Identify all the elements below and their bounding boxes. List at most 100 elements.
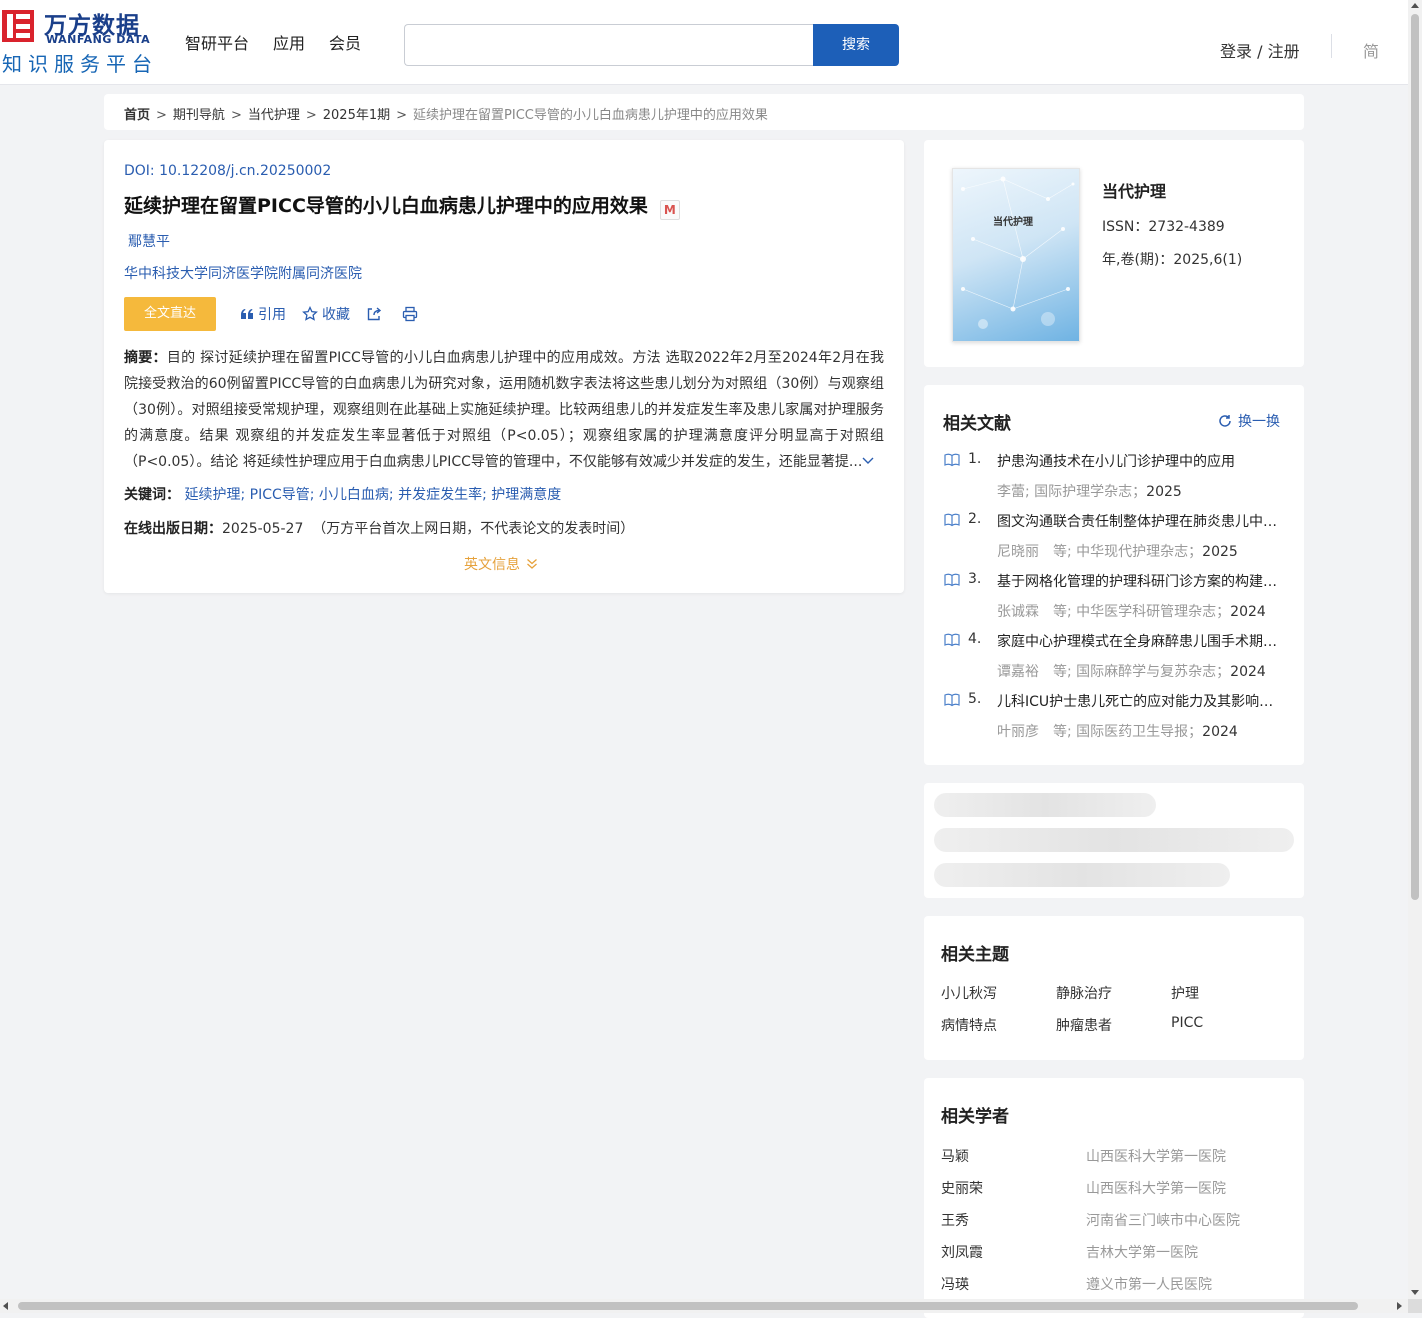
- publish-date-note: （万方平台首次上网日期，不代表论文的发表时间）: [312, 521, 635, 537]
- journal-volume: 年,卷(期)：2025,6(1): [1102, 252, 1243, 268]
- english-info-toggle[interactable]: 英文信息: [464, 554, 538, 574]
- breadcrumb-current: 延续护理在留置PICC导管的小儿白血病患儿护理中的应用效果: [413, 108, 768, 123]
- scholar-organization[interactable]: 遵义市第一人民医院: [1086, 1274, 1212, 1294]
- breadcrumb-journal[interactable]: 当代护理: [248, 108, 300, 123]
- related-item-title[interactable]: 家庭中心护理模式在全身麻醉患儿围手术期的应用: [997, 631, 1282, 651]
- publish-date: 在线出版日期：2025-05-27 （万方平台首次上网日期，不代表论文的发表时间…: [124, 518, 634, 538]
- author-link[interactable]: 鄢慧平: [128, 231, 170, 251]
- favorite-label: 收藏: [322, 307, 350, 323]
- related-item-title[interactable]: 护患沟通技术在小儿门诊护理中的应用: [997, 451, 1282, 471]
- related-item-number: 4.: [968, 631, 982, 647]
- journal-card: 当代护理 当代护理 ISSN：2732-4389 年,卷(期)：2025,6(1…: [924, 140, 1304, 367]
- keyword-link[interactable]: 延续护理: [184, 487, 240, 503]
- printer-icon: [402, 306, 418, 322]
- scroll-left-arrow-icon[interactable]: [3, 1302, 8, 1310]
- vertical-scroll-thumb[interactable]: [1411, 14, 1419, 900]
- wanfang-logo-icon: [2, 10, 34, 42]
- related-item-title[interactable]: 基于网格化管理的护理科研门诊方案的构建与应用: [997, 571, 1282, 591]
- scholar-organization[interactable]: 吉林大学第一医院: [1086, 1242, 1198, 1262]
- article-actions: 全文直达 引用 收藏: [124, 297, 438, 331]
- refresh-label: 换一换: [1238, 414, 1280, 430]
- keyword-link[interactable]: PICC导管: [250, 487, 310, 503]
- scholar-name[interactable]: 王秀: [941, 1210, 969, 1230]
- related-item-meta: 李蕾; 国际护理学杂志；2025: [997, 484, 1182, 500]
- journal-issn: ISSN：2732-4389: [1102, 219, 1225, 235]
- share-icon: [367, 307, 382, 321]
- publish-date-value: 2025-05-27: [222, 521, 304, 537]
- breadcrumb-home[interactable]: 首页: [124, 108, 150, 123]
- fulltext-label: 全文直达: [143, 306, 196, 321]
- expand-chevron-icon[interactable]: [862, 456, 874, 466]
- vertical-scrollbar[interactable]: [1408, 0, 1422, 1299]
- related-item-title[interactable]: 图文沟通联合责任制整体护理在肺炎患儿中的应用效果: [997, 511, 1282, 531]
- top-header: 万方数据 WANFANG DATA 知识服务平台 智研平台 应用 会员 搜索 登…: [0, 0, 1408, 85]
- search-input[interactable]: [404, 24, 813, 66]
- skeleton-line: [934, 793, 1156, 817]
- horizontal-scrollbar[interactable]: [0, 1299, 1408, 1313]
- breadcrumb-issue[interactable]: 2025年1期: [323, 108, 390, 123]
- wanfang-logo[interactable]: 万方数据 WANFANG DATA 知识服务平台: [0, 6, 152, 76]
- book-icon: [944, 453, 960, 467]
- related-item-meta: 叶丽彦 等; 国际医药卫生导报；2024: [997, 724, 1238, 740]
- related-item-title[interactable]: 儿科ICU护士患儿死亡的应对能力及其影响因素研究: [997, 691, 1282, 711]
- share-button[interactable]: [366, 306, 386, 322]
- english-info-label: 英文信息: [464, 557, 520, 573]
- scholar-organization[interactable]: 河南省三门峡市中心医院: [1086, 1210, 1240, 1230]
- journal-name[interactable]: 当代护理: [1102, 178, 1166, 202]
- scroll-down-arrow-icon[interactable]: [1411, 1290, 1419, 1295]
- search-button[interactable]: 搜索: [813, 24, 899, 66]
- scholar-organization[interactable]: 山西医科大学第一医院: [1086, 1178, 1226, 1198]
- doi: DOI: 10.12208/j.cn.20250002: [124, 163, 331, 179]
- skeleton-line: [934, 863, 1230, 887]
- journal-cover[interactable]: 当代护理: [952, 168, 1080, 342]
- related-item-meta: 尼晓丽 等; 中华现代护理杂志；2025: [997, 544, 1238, 560]
- scroll-up-arrow-icon[interactable]: [1411, 3, 1419, 8]
- breadcrumb-journal-nav[interactable]: 期刊导航: [173, 108, 225, 123]
- doi-link[interactable]: 10.12208/j.cn.20250002: [159, 163, 331, 179]
- scholar-name[interactable]: 马颖: [941, 1146, 969, 1166]
- article-title: 延续护理在留置PICC导管的小儿白血病患儿护理中的应用效果 M: [124, 191, 680, 220]
- cite-label: 引用: [258, 307, 286, 323]
- related-item-meta: 张诚霖 等; 中华医学科研管理杂志；2024: [997, 604, 1266, 620]
- favorite-button[interactable]: 收藏: [302, 304, 350, 324]
- topic-link[interactable]: 静脉治疗: [1056, 983, 1112, 1003]
- scholar-name[interactable]: 冯瑛: [941, 1274, 969, 1294]
- related-literature-title: 相关文献: [943, 414, 1011, 434]
- scroll-right-arrow-icon[interactable]: [1397, 1302, 1402, 1310]
- book-icon: [944, 573, 960, 587]
- breadcrumb: 首页 > 期刊导航 > 当代护理 >2025年1期 > 延续护理在留置PICC导管的小儿白血病…: [104, 94, 1304, 130]
- logo-subtitle: 知识服务平台: [2, 52, 158, 76]
- language-switch[interactable]: 简: [1363, 38, 1379, 62]
- search-bar: 搜索: [404, 24, 899, 66]
- keyword-link[interactable]: 并发症发生率: [398, 487, 482, 503]
- nav-zhiyan[interactable]: 智研平台: [185, 30, 249, 54]
- topic-link[interactable]: 肿瘤患者: [1056, 1015, 1112, 1035]
- print-button[interactable]: [402, 306, 422, 322]
- related-item-meta: 谭嘉裕 等; 国际麻醉学与复苏杂志；2024: [997, 664, 1266, 680]
- double-chevron-down-icon: [527, 559, 537, 569]
- keyword-link[interactable]: 小儿白血病: [319, 487, 389, 503]
- cite-button[interactable]: 引用: [240, 304, 286, 324]
- scrollbar-corner: [1408, 1299, 1422, 1313]
- nav-member[interactable]: 会员: [329, 30, 361, 54]
- topic-link[interactable]: PICC: [1171, 1015, 1203, 1031]
- topic-link[interactable]: 病情特点: [941, 1015, 997, 1035]
- keywords-label: 关键词：: [124, 487, 180, 503]
- related-scholars-title: 相关学者: [941, 1107, 1009, 1127]
- book-icon: [944, 513, 960, 527]
- topic-link[interactable]: 小儿秋泻: [941, 983, 997, 1003]
- nav-apps[interactable]: 应用: [273, 30, 305, 54]
- refresh-icon: [1219, 415, 1231, 427]
- horizontal-scroll-thumb[interactable]: [18, 1302, 1358, 1310]
- m-badge-icon[interactable]: M: [659, 200, 680, 220]
- keyword-link[interactable]: 护理满意度: [491, 487, 561, 503]
- topic-link[interactable]: 护理: [1171, 983, 1199, 1003]
- scholar-name[interactable]: 刘凤霞: [941, 1242, 983, 1262]
- refresh-button[interactable]: 换一换: [1218, 411, 1280, 431]
- scholar-name[interactable]: 史丽荣: [941, 1178, 983, 1198]
- fulltext-button[interactable]: 全文直达: [124, 297, 216, 331]
- scholar-organization[interactable]: 山西医科大学第一医院: [1086, 1146, 1226, 1166]
- login-register-link[interactable]: 登录 / 注册: [1220, 38, 1300, 62]
- skeleton-line: [934, 828, 1294, 852]
- organization-link[interactable]: 华中科技大学同济医学院附属同济医院: [124, 263, 362, 283]
